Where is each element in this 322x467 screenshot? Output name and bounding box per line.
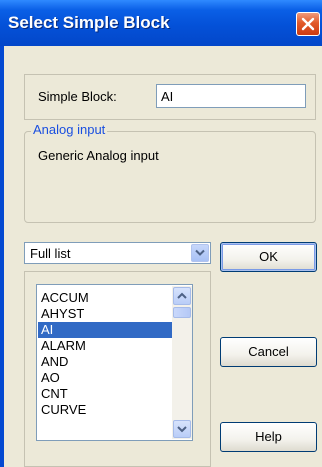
- list-scrollbar[interactable]: [172, 286, 192, 439]
- ok-button[interactable]: OK: [220, 242, 317, 272]
- list-item[interactable]: ACCUM: [38, 290, 172, 306]
- block-info-group: [24, 131, 316, 223]
- list-item[interactable]: CURVE: [38, 402, 172, 418]
- cancel-button[interactable]: Cancel: [220, 337, 317, 367]
- filter-dropdown-value: Full list: [30, 246, 71, 261]
- window-left-border: [0, 46, 4, 467]
- list-item-selected[interactable]: AI: [38, 322, 172, 338]
- window-title: Select Simple Block: [8, 13, 170, 32]
- scroll-thumb[interactable]: [173, 307, 191, 318]
- close-button[interactable]: [296, 12, 320, 36]
- block-listbox[interactable]: ACCUM AHYST AI ALARM AND AO CNT CURVE: [36, 284, 193, 441]
- scroll-down-button[interactable]: [173, 420, 191, 438]
- list-item[interactable]: AHYST: [38, 306, 172, 322]
- select-simple-block-dialog: Select Simple Block Simple Block: Analog…: [0, 0, 322, 467]
- block-description: Generic Analog input: [38, 148, 159, 163]
- simple-block-input[interactable]: [156, 84, 306, 108]
- list-item[interactable]: AO: [38, 370, 172, 386]
- block-info-group-title: Analog input: [31, 122, 108, 137]
- scroll-up-button[interactable]: [173, 287, 191, 305]
- dropdown-button[interactable]: [191, 244, 209, 262]
- simple-block-label: Simple Block:: [38, 89, 117, 104]
- list-item[interactable]: AND: [38, 354, 172, 370]
- help-button[interactable]: Help: [220, 422, 317, 452]
- title-bar[interactable]: Select Simple Block: [0, 0, 322, 46]
- filter-dropdown[interactable]: Full list: [24, 242, 211, 264]
- list-item[interactable]: ALARM: [38, 338, 172, 354]
- list-item[interactable]: CNT: [38, 386, 172, 402]
